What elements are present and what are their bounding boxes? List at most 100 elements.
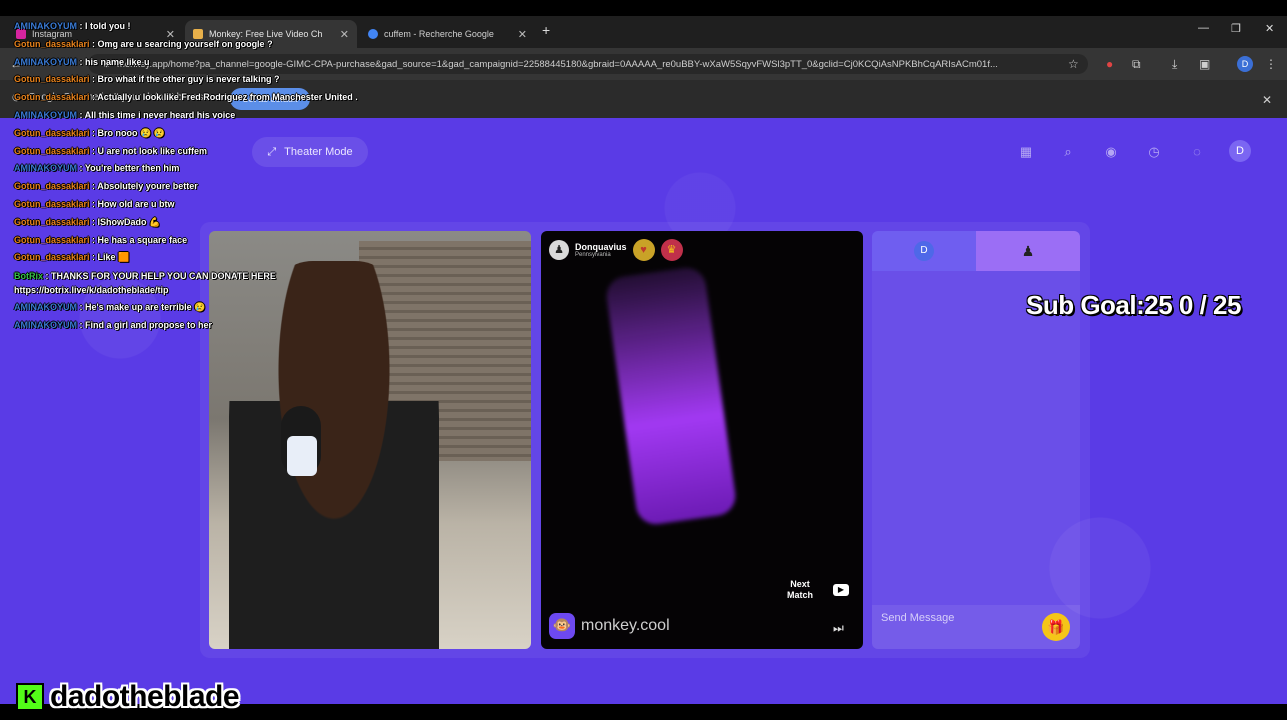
next-match-label[interactable]: Next Match [787,579,813,601]
chat-separator: : [89,216,98,227]
remote-user-location: Pennsylvania [575,252,611,258]
chat-separator: : [89,198,98,209]
side-panel-icon[interactable]: ▣ [1199,57,1210,71]
search-icon[interactable]: ⌕ [1058,142,1078,162]
monkey-watermark: 🐵 monkey.cool [549,613,670,639]
remote-camera-view: ♟ Donquavius Pennsylvania ♥ ♛ Next Match… [541,231,863,649]
chat-username[interactable]: AMINAKOYUM [14,57,77,67]
tab-title: cuffem - Recherche Google [384,29,494,39]
chat-text: You're better then him [84,163,180,174]
history-icon[interactable]: ◷ [1144,142,1164,162]
chat-message: AMINAKOYUM : You're better then him [14,160,374,178]
chat-separator: : [77,56,85,67]
chat-message: AMINAKOYUM : his name like u [14,54,374,72]
chat-message: AMINAKOYUM : All this time i never heard… [14,107,374,125]
chat-message: Gotun_dassaklari : Bro nooo 😢 😢 [14,125,374,143]
chat-message: Gotun_dassaklari : IShowDado 💪 [14,214,374,232]
next-match-icon[interactable]: ▶ [833,584,849,596]
download-icon[interactable]: ⤓ [1172,57,1177,72]
microphone-light [287,436,317,476]
chat-separator: : [89,234,98,245]
chat-username[interactable]: Gotun_dassaklari [14,235,90,245]
purple-light [604,265,738,527]
chat-username[interactable]: BotRix [14,271,43,281]
streamer-name: dadotheblade [50,680,240,713]
chat-text: Bro what if the other guy is never talki… [97,74,280,85]
chat-separator: : [77,21,85,31]
chat-text: I told you ! [85,21,131,31]
chat-message: Gotun_dassaklari : Like 🟧 [14,249,374,267]
chat-username[interactable]: Gotun_dassaklari [14,128,90,138]
chat-text: Actually u look like Fred Rodriguez from… [97,92,358,103]
chat-separator: : [77,302,85,313]
chat-message: Gotun_dassaklari : Bro what if the other… [14,71,374,89]
report-badge-icon[interactable]: ♛ [660,239,683,261]
chat-tab-partner[interactable]: ♟ [976,231,1080,271]
skip-icon[interactable]: ⏭ [833,621,844,636]
chat-message: Gotun_dassaklari : Absolutely youre bett… [14,178,374,196]
chat-username[interactable]: Gotun_dassaklari [14,217,90,227]
chat-username[interactable]: AMINAKOYUM [14,163,77,173]
remote-user-avatar[interactable]: ♟ [549,240,569,260]
chat-username[interactable]: Gotun_dassaklari [14,92,90,102]
bookmark-star-icon[interactable]: ☆ [1068,57,1079,71]
chat-message: Gotun_dassaklari : Actually u look like … [14,89,374,107]
minimize-icon[interactable]: — [1198,22,1209,34]
remote-user-name: Donquavius [575,242,627,252]
menu-icon[interactable]: ⋮ [1265,57,1277,71]
chat-username[interactable]: Gotun_dassaklari [14,74,90,84]
chat-separator: : [77,109,85,120]
top-black-bar [0,0,1287,16]
chat-tab-user[interactable]: D [872,231,976,271]
chat-separator: : [89,252,98,263]
send-message-input[interactable]: Send Message [881,612,954,624]
chat-message: Gotun_dassaklari : He has a square face [14,232,374,250]
chat-text: U are not look like cuffem [97,145,208,156]
chat-message: Gotun_dassaklari : U are not look like c… [14,143,374,161]
gift-icon[interactable]: 🎁 [1042,613,1070,641]
chat-username[interactable]: AMINAKOYUM [14,320,77,330]
chat-username[interactable]: Gotun_dassaklari [14,199,90,209]
restore-icon[interactable]: ❐ [1231,22,1241,35]
infobar-close-icon[interactable]: ✕ [1262,93,1272,107]
sub-goal-overlay: Sub Goal:25 0 / 25 [1026,290,1241,320]
chat-username[interactable]: AMINAKOYUM [14,21,77,31]
close-window-icon[interactable]: ✕ [1265,22,1274,35]
kick-logo-icon: K [16,683,44,711]
chat-message: Gotun_dassaklari : How old are u btw [14,196,374,214]
chat-message: AMINAKOYUM : He's make up are terrible 😢 [14,299,374,317]
heart-badge-icon[interactable]: ♥ [632,239,655,261]
streamer-tag: K dadotheblade [16,680,240,714]
new-tab-button[interactable]: + [542,22,550,38]
tab-google[interactable]: cuffem - Recherche Google ✕ [360,20,535,48]
chat-message: BotRix : THANKS FOR YOUR HELP YOU CAN DO… [14,267,374,299]
chat-separator: : [77,163,85,174]
chat-username[interactable]: AMINAKOYUM [14,110,77,120]
chat-icon[interactable]: ◌ [1187,142,1207,162]
chat-username[interactable]: AMINAKOYUM [14,302,77,312]
extensions-icon[interactable]: ⧉ [1132,57,1141,72]
chat-text: Bro nooo 😢 😢 [97,127,165,138]
chat-username[interactable]: Gotun_dassaklari [14,39,90,49]
chat-separator: : [89,127,98,138]
chat-username[interactable]: Gotun_dassaklari [14,181,90,191]
partner-silhouette-icon: ♟ [1021,242,1035,259]
chat-message: AMINAKOYUM : Find a girl and propose to … [14,317,374,335]
chat-separator: : [43,271,51,282]
chat-separator: : [77,319,85,330]
chat-username[interactable]: Gotun_dassaklari [14,146,90,156]
extension-badge-icon[interactable]: ● [1106,57,1113,71]
coin-icon[interactable]: ◉ [1101,142,1121,162]
chat-message: Gotun_dassaklari : Omg are u searcing yo… [14,36,374,54]
chat-text: IShowDado 💪 [97,216,161,227]
profile-avatar[interactable]: D [1237,56,1253,72]
chat-separator: : [89,145,98,156]
chat-username[interactable]: Gotun_dassaklari [14,252,90,262]
shop-icon[interactable]: ▦ [1016,142,1036,162]
chat-text: How old are u btw [97,198,175,209]
chat-text: He has a square face [97,234,188,245]
chat-text: All this time i never heard his voice [84,109,236,120]
chat-text: his name like u [85,56,150,67]
user-avatar[interactable]: D [1229,140,1251,162]
close-icon[interactable]: ✕ [518,28,527,41]
